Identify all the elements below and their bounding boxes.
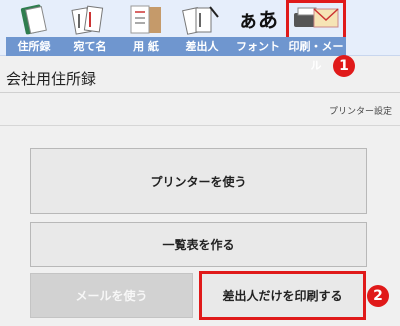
tab-paper[interactable]: 用 紙: [118, 0, 174, 56]
tab-print-mail[interactable]: 印刷・メール: [286, 0, 346, 72]
toolbar: 住所録 宛て名 用 紙 差出人 ぁあ フォント 印刷・メール: [0, 0, 400, 72]
make-list-button[interactable]: 一覧表を作る: [30, 222, 367, 267]
tab-label: フォント: [230, 37, 286, 56]
print-sender-only-button[interactable]: 差出人だけを印刷する: [199, 271, 366, 320]
tab-label: 用 紙: [118, 37, 174, 56]
tab-sender[interactable]: 差出人: [174, 0, 230, 56]
address-book-icon: [20, 4, 47, 35]
font-icon: ぁあ: [238, 8, 278, 32]
tab-label: 宛て名: [62, 37, 118, 56]
printer-settings-label: プリンター設定: [328, 107, 392, 117]
tab-label: 住所録: [6, 37, 62, 56]
divider: [0, 125, 400, 126]
print-mail-icon: [294, 7, 339, 28]
addressee-cards-icon: [71, 5, 104, 35]
callout-badge-2: 2: [367, 285, 389, 307]
paper-icon: [130, 5, 161, 34]
tab-label: 印刷・メール: [286, 37, 346, 72]
tab-address-book[interactable]: 住所録: [6, 0, 62, 56]
page-title: 会社用住所録: [6, 70, 97, 88]
tab-addressee[interactable]: 宛て名: [62, 0, 118, 56]
use-printer-button[interactable]: プリンターを使う: [30, 148, 367, 214]
use-mail-button[interactable]: メールを使う: [30, 273, 193, 318]
callout-badge-1: 1: [333, 55, 355, 77]
tab-label: 差出人: [174, 37, 230, 56]
divider: [0, 92, 400, 93]
tab-font[interactable]: ぁあ フォント: [230, 0, 286, 56]
sender-icon: [182, 6, 219, 35]
